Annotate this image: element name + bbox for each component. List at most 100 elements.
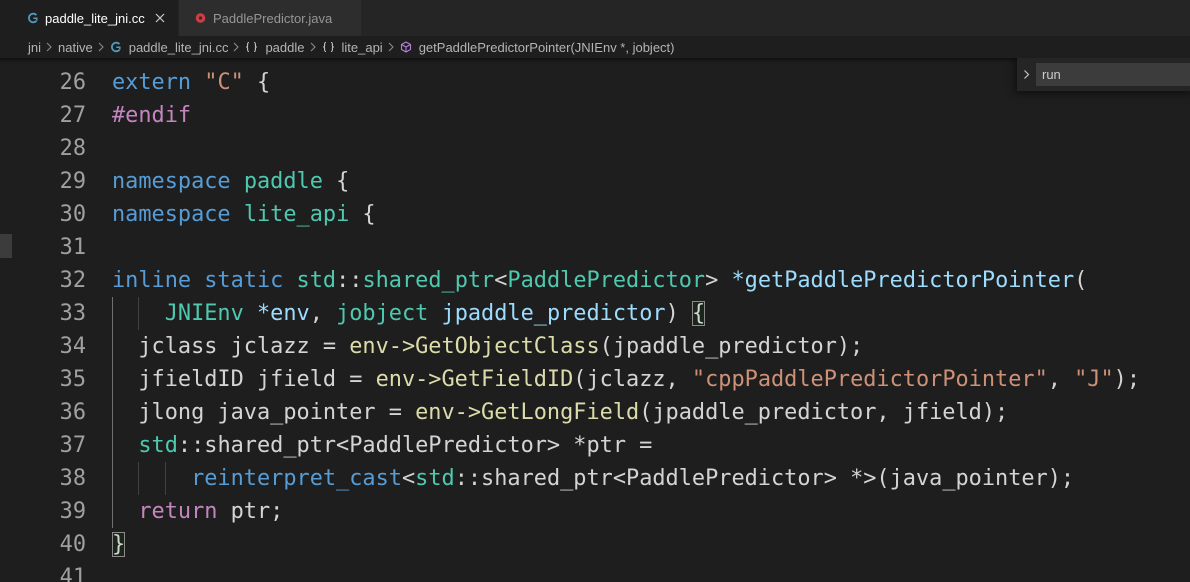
code-token[interactable] — [112, 499, 138, 524]
breadcrumb-item-file[interactable]: paddle_lite_jni.cc — [110, 40, 228, 55]
code-token[interactable]: #endif — [112, 103, 191, 128]
code-token[interactable] — [428, 301, 441, 326]
code-line[interactable]: 31 — [0, 231, 1190, 264]
code-token[interactable]: ) — [666, 301, 692, 326]
code-token[interactable]: lite_api — [244, 202, 349, 227]
code-token[interactable]: , — [310, 301, 336, 326]
toggle-replace-chevron-icon[interactable] — [1017, 58, 1036, 91]
code-token[interactable]: shared_ptr — [362, 268, 494, 293]
tab-paddle-lite-jni-cc[interactable]: paddle_lite_jni.cc — [0, 0, 178, 36]
code-token[interactable]: , — [1048, 367, 1074, 392]
code-token[interactable] — [112, 466, 191, 491]
code-line[interactable]: 29 namespace paddle { — [0, 165, 1190, 198]
code-token[interactable]: "cppPaddlePredictorPointer" — [692, 367, 1048, 392]
code-line[interactable]: 41 — [0, 561, 1190, 582]
code-token[interactable]: "C" — [204, 70, 244, 95]
code-token[interactable]: { — [323, 169, 349, 194]
code-token[interactable]: { — [244, 70, 270, 95]
code-token[interactable]: namespace — [112, 169, 231, 194]
code-token[interactable]: > — [705, 268, 731, 293]
code-token[interactable]: "J" — [1074, 367, 1114, 392]
code-token[interactable]: ( — [1074, 268, 1087, 293]
tab-paddle-predictor-java[interactable]: PaddlePredictor.java — [178, 0, 361, 36]
line-content[interactable]: #endif — [112, 99, 191, 132]
breadcrumb-item-namespace-paddle[interactable]: paddle — [245, 40, 305, 55]
code-token[interactable] — [231, 169, 244, 194]
code-token[interactable]: *getPaddlePredictorPointer — [731, 268, 1074, 293]
code-token[interactable]: env->GetFieldID — [376, 367, 574, 392]
code-token[interactable]: std — [138, 433, 178, 458]
code-token[interactable]: JNIEnv — [165, 301, 244, 326]
code-token[interactable]: paddle — [244, 169, 323, 194]
code-token[interactable]: std — [297, 268, 337, 293]
line-content[interactable]: jlong java_pointer = env->GetLongField(j… — [112, 396, 1008, 429]
code-line[interactable]: 33 JNIEnv *env, jobject jpaddle_predicto… — [0, 297, 1190, 330]
code-line[interactable]: 38 reinterpret_cast<std::shared_ptr<Padd… — [0, 462, 1190, 495]
line-content[interactable]: std::shared_ptr<PaddlePredictor> *ptr = — [112, 429, 652, 462]
code-token[interactable]: jclass jclazz = — [112, 334, 349, 359]
line-content[interactable]: jclass jclazz = env->GetObjectClass(jpad… — [112, 330, 863, 363]
code-token[interactable]: ::shared_ptr<PaddlePredictor> *>(java_po… — [455, 466, 1074, 491]
code-token[interactable]: PaddlePredictor — [507, 268, 705, 293]
code-token[interactable] — [112, 433, 138, 458]
code-token[interactable] — [244, 301, 257, 326]
breadcrumb-item-native[interactable]: native — [58, 40, 93, 55]
code-token[interactable]: ); — [1114, 367, 1140, 392]
code-token[interactable]: < — [402, 466, 415, 491]
code-line[interactable]: 39 return ptr; — [0, 495, 1190, 528]
code-line[interactable]: 28 — [0, 132, 1190, 165]
breadcrumb-item-method[interactable]: getPaddlePredictorPointer(JNIEnv *, jobj… — [400, 40, 675, 55]
code-token[interactable]: extern — [112, 70, 191, 95]
bracket-match[interactable]: { — [691, 300, 706, 326]
code-token[interactable]: jlong java_pointer = — [112, 400, 415, 425]
code-token[interactable]: (jpaddle_predictor, jfield); — [639, 400, 1008, 425]
code-token[interactable]: (jclazz, — [573, 367, 692, 392]
code-line[interactable]: 34 jclass jclazz = env->GetObjectClass(j… — [0, 330, 1190, 363]
code-line[interactable]: 36 jlong java_pointer = env->GetLongFiel… — [0, 396, 1190, 429]
line-content[interactable]: } — [112, 528, 126, 561]
breadcrumb-item-namespace-lite-api[interactable]: lite_api — [322, 40, 383, 55]
code-token[interactable]: :: — [336, 268, 362, 293]
line-content[interactable]: JNIEnv *env, jobject jpaddle_predictor) … — [112, 297, 706, 330]
line-content[interactable]: extern "C" { — [112, 66, 270, 99]
code-token[interactable]: namespace — [112, 202, 231, 227]
code-editor[interactable]: 26 extern "C" {27 #endif 28 29 namespace padd… — [0, 58, 1190, 582]
code-token[interactable] — [231, 202, 244, 227]
code-token[interactable]: inline static — [112, 268, 283, 293]
line-content[interactable]: reinterpret_cast<std::shared_ptr<PaddleP… — [112, 462, 1074, 495]
code-token[interactable]: (jpaddle_predictor); — [600, 334, 864, 359]
line-content[interactable]: jfieldID jfield = env->GetFieldID(jclazz… — [112, 363, 1140, 396]
code-lines[interactable]: 26 extern "C" {27 #endif 28 29 namespace padd… — [0, 66, 1190, 582]
code-token[interactable]: *env — [257, 301, 310, 326]
code-token[interactable]: reinterpret_cast — [191, 466, 402, 491]
code-token[interactable]: { — [349, 202, 375, 227]
line-content[interactable]: inline static std::shared_ptr<PaddlePred… — [112, 264, 1087, 297]
code-token[interactable] — [283, 268, 296, 293]
breadcrumb-item-jni[interactable]: jni — [28, 40, 41, 55]
chevron-right-icon — [310, 42, 317, 52]
code-token[interactable]: jpaddle_predictor — [442, 301, 666, 326]
code-line[interactable]: 35 jfieldID jfield = env->GetFieldID(jcl… — [0, 363, 1190, 396]
code-token[interactable]: std — [415, 466, 455, 491]
code-line[interactable]: 27 #endif — [0, 99, 1190, 132]
code-token[interactable] — [191, 70, 204, 95]
code-token[interactable]: return — [138, 499, 217, 524]
code-line[interactable]: 37 std::shared_ptr<PaddlePredictor> *ptr… — [0, 429, 1190, 462]
code-line[interactable]: 40} — [0, 528, 1190, 561]
code-token[interactable]: env->GetLongField — [415, 400, 639, 425]
code-token[interactable]: ::shared_ptr<PaddlePredictor> *ptr = — [178, 433, 652, 458]
line-content[interactable]: namespace lite_api { — [112, 198, 376, 231]
line-content[interactable]: namespace paddle { — [112, 165, 349, 198]
code-token[interactable]: ptr; — [217, 499, 284, 524]
code-token[interactable]: < — [494, 268, 507, 293]
code-line[interactable]: 26 extern "C" { — [0, 66, 1190, 99]
code-line[interactable]: 32 inline static std::shared_ptr<PaddlePr… — [0, 264, 1190, 297]
code-token[interactable]: env->GetObjectClass — [349, 334, 599, 359]
bracket-match[interactable]: } — [112, 531, 126, 557]
code-token[interactable]: jfieldID jfield = — [112, 367, 376, 392]
find-input[interactable] — [1036, 63, 1190, 86]
close-icon[interactable] — [153, 11, 167, 25]
code-token[interactable]: jobject — [336, 301, 428, 326]
code-line[interactable]: 30 namespace lite_api { — [0, 198, 1190, 231]
line-content[interactable]: return ptr; — [112, 495, 283, 528]
